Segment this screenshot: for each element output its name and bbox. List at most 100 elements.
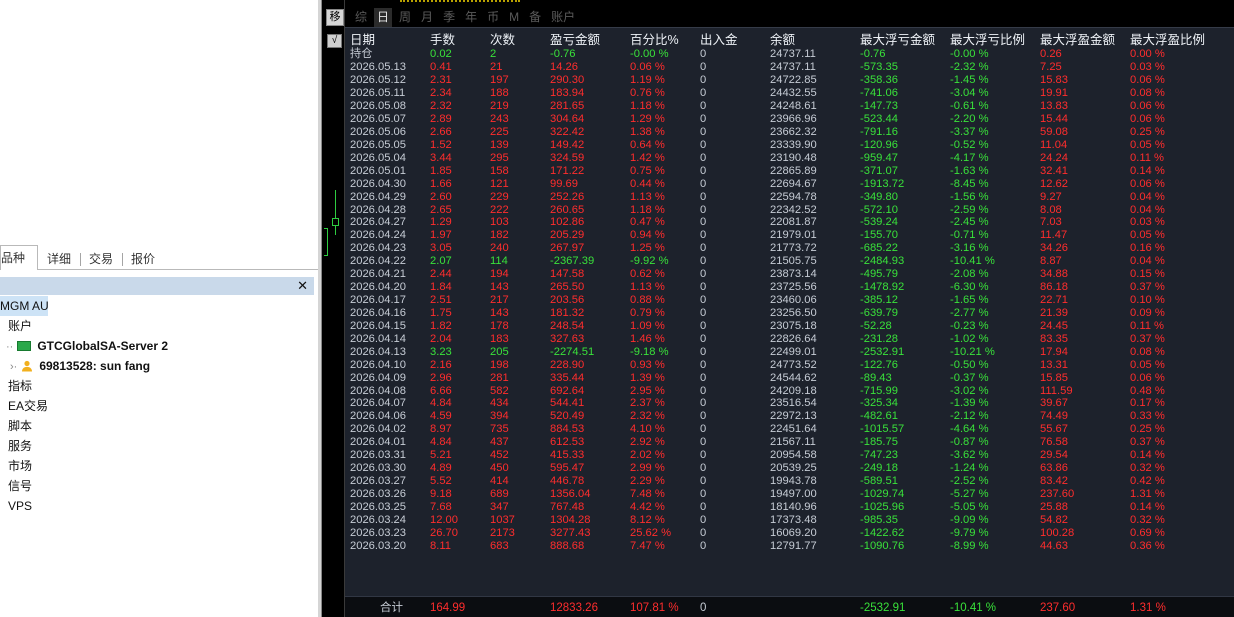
- move-button[interactable]: 移: [326, 9, 344, 26]
- cell-count: 689: [490, 487, 509, 500]
- cell-flow: 0: [700, 268, 707, 281]
- navigator-tabs: 品种 详细 交易 报价: [0, 245, 318, 270]
- cell-max-gain-pct: 0.16 %: [1130, 242, 1165, 255]
- cell-count: 219: [490, 100, 509, 113]
- table-row[interactable]: 2026.04.02 8.97 735 884.53 4.10 % 0 22451.64 -1…: [345, 423, 1234, 436]
- cell-pct: 0.94 %: [630, 229, 665, 242]
- table-row[interactable]: 2026.04.30 1.66 121 99.69 0.44 % 0 22694.67 -19…: [345, 178, 1234, 191]
- cell-max-loss-pct: -1.65 %: [950, 294, 989, 307]
- table-row[interactable]: 2026.05.01 1.85 158 171.22 0.75 % 0 22865.89 -3…: [345, 165, 1234, 178]
- cell-date: 2026.03.31: [350, 449, 406, 462]
- cell-max-loss-pct: -10.21 %: [950, 345, 995, 358]
- cell-pct: 0.75 %: [630, 164, 665, 177]
- cell-balance: 23725.56: [770, 281, 817, 294]
- tree-item-label: 指标: [8, 379, 33, 393]
- cell-pnl: 322.42: [550, 125, 585, 138]
- period-tab[interactable]: 备: [526, 8, 544, 27]
- chevron-right-icon[interactable]: ›·: [10, 361, 17, 373]
- tree-item-vps[interactable]: VPS: [0, 496, 318, 516]
- table-row[interactable]: 2026.03.31 5.21 452 415.33 2.02 % 0 20954.58 -7…: [345, 449, 1234, 462]
- period-tab[interactable]: 季: [440, 8, 458, 27]
- cell-date: 2026.04.10: [350, 358, 406, 371]
- tree-item-scripts[interactable]: 脚本: [0, 416, 318, 436]
- table-row[interactable]: 2026.04.20 1.84 143 265.50 1.13 % 0 23725.56 -1…: [345, 281, 1234, 294]
- period-tab[interactable]: 月: [418, 8, 436, 27]
- table-row[interactable]: 2026.05.12 2.31 197 290.30 1.19 % 0 24722.85 -3…: [345, 74, 1234, 87]
- cell-pnl: 888.68: [550, 539, 585, 552]
- total-flow: 0: [700, 602, 707, 614]
- table-row[interactable]: 2026.04.27 1.29 103 102.86 0.47 % 0 22081.87 -5…: [345, 216, 1234, 229]
- tree-item-market[interactable]: 市场: [0, 456, 318, 476]
- table-row[interactable]: 2026.03.27 5.52 414 446.78 2.29 % 0 19943.78 -5…: [345, 475, 1234, 488]
- table-row[interactable]: 2026.04.24 1.97 182 205.29 0.94 % 0 21979.01 -1…: [345, 229, 1234, 242]
- tree-item-indicators[interactable]: 指标: [0, 376, 318, 396]
- table-row[interactable]: 2026.04.23 3.05 240 267.97 1.25 % 0 21773.72 -6…: [345, 242, 1234, 255]
- tree-item-server[interactable]: ·· GTCGlobalSA-Server 2: [0, 336, 318, 356]
- table-row[interactable]: 2026.04.14 2.04 183 327.63 1.46 % 0 22826.64 -2…: [345, 333, 1234, 346]
- period-tab[interactable]: 日: [374, 7, 393, 27]
- panel-splitter[interactable]: [318, 0, 322, 617]
- period-tab[interactable]: 综: [352, 8, 370, 27]
- tab-details[interactable]: 详细: [38, 248, 80, 270]
- cell-date: 2026.03.24: [350, 513, 406, 526]
- table-row[interactable]: 2026.03.25 7.68 347 767.48 4.42 % 0 18140.96 -1…: [345, 501, 1234, 514]
- table-row[interactable]: 2026.03.20 8.11 683 888.68 7.47 % 0 12791.77 -1…: [345, 540, 1234, 553]
- cell-pnl: 595.47: [550, 462, 585, 475]
- cell-max-loss: -589.51: [860, 475, 898, 488]
- navigator-tree: MGM AU 账户 ·· GTCGlobalSA-Server 2 ›· 69813…: [0, 296, 318, 516]
- cell-balance: 20954.58: [770, 449, 817, 462]
- cell-max-gain: 11.47: [1040, 229, 1068, 242]
- table-row[interactable]: 2026.04.15 1.82 178 248.54 1.09 % 0 23075.18 -5…: [345, 320, 1234, 333]
- tab-trade[interactable]: 交易: [80, 248, 122, 270]
- table-row[interactable]: 2026.04.22 2.07 114 -2367.39 -9.92 % 0 21505.7…: [345, 255, 1234, 268]
- table-row[interactable]: 2026.04.08 6.66 582 692.64 2.95 % 0 24209.18 -7…: [345, 385, 1234, 398]
- table-row[interactable]: 2026.04.07 4.84 434 544.41 2.37 % 0 23516.54 -3…: [345, 397, 1234, 410]
- period-tab[interactable]: 周: [396, 8, 414, 27]
- cell-pnl: 446.78: [550, 475, 585, 488]
- table-row[interactable]: 2026.04.01 4.84 437 612.53 2.92 % 0 21567.11 -1…: [345, 436, 1234, 449]
- period-tab[interactable]: 账户: [548, 8, 578, 27]
- cell-max-gain: 22.71: [1040, 294, 1068, 307]
- table-row[interactable]: 2026.05.13 0.41 21 14.26 0.06 % 0 24737.11 -573…: [345, 61, 1234, 74]
- cell-balance: 17373.48: [770, 513, 817, 526]
- table-row[interactable]: 2026.03.26 9.18 689 1356.04 7.48 % 0 19497.00 -…: [345, 488, 1234, 501]
- tree-item-services[interactable]: 服务: [0, 436, 318, 456]
- period-tab[interactable]: 年: [462, 8, 480, 27]
- period-tab[interactable]: 币: [484, 8, 502, 27]
- table-row[interactable]: 2026.04.10 2.16 198 228.90 0.93 % 0 24773.52 -1…: [345, 359, 1234, 372]
- tree-item-account[interactable]: ›· 69813528: sun fang: [0, 356, 318, 376]
- holding-row[interactable]: 持仓 0.02 2 -0.76 -0.00 % 0 24737.11 -0.76 -0.00 %…: [345, 48, 1234, 61]
- tab-quotes[interactable]: 报价: [122, 248, 164, 270]
- cell-max-loss: -120.96: [860, 138, 898, 151]
- table-row[interactable]: 2026.04.13 3.23 205 -2274.51 -9.18 % 0 22499.0…: [345, 346, 1234, 359]
- table-row[interactable]: 2026.04.06 4.59 394 520.49 2.32 % 0 22972.13 -4…: [345, 410, 1234, 423]
- table-row[interactable]: 2026.05.04 3.44 295 324.59 1.42 % 0 23190.48 -9…: [345, 152, 1234, 165]
- table-row[interactable]: 2026.04.09 2.96 281 335.44 1.39 % 0 24544.62 -8…: [345, 372, 1234, 385]
- tree-item-expert-advisors[interactable]: EA交易: [0, 396, 318, 416]
- table-row[interactable]: 2026.05.08 2.32 219 281.65 1.18 % 0 24248.61 -1…: [345, 100, 1234, 113]
- tab-symbols[interactable]: 品种: [0, 245, 38, 270]
- table-row[interactable]: 2026.05.06 2.66 225 322.42 1.38 % 0 23662.32 -7…: [345, 126, 1234, 139]
- table-row[interactable]: 2026.03.23 26.70 2173 3277.43 25.62 % 0 16069.…: [345, 527, 1234, 540]
- cell-lots: 12.00: [430, 513, 458, 526]
- table-row[interactable]: 2026.03.24 12.00 1037 1304.28 8.12 % 0 17373.4…: [345, 514, 1234, 527]
- tree-item-accounts[interactable]: 账户: [0, 316, 318, 336]
- tree-item-symbol[interactable]: MGM AU: [0, 296, 49, 316]
- check-toggle-button[interactable]: √: [327, 34, 342, 48]
- table-row[interactable]: 2026.05.05 1.52 139 149.42 0.64 % 0 23339.90 -1…: [345, 139, 1234, 152]
- tree-item-signals[interactable]: 信号: [0, 476, 318, 496]
- table-row[interactable]: 2026.03.30 4.89 450 595.47 2.99 % 0 20539.25 -2…: [345, 462, 1234, 475]
- table-row[interactable]: 2026.05.11 2.34 188 183.94 0.76 % 0 24432.55 -7…: [345, 87, 1234, 100]
- table-row[interactable]: 2026.04.21 2.44 194 147.58 0.62 % 0 23873.14 -4…: [345, 268, 1234, 281]
- cell-max-gain-pct: 0.37 %: [1130, 332, 1165, 345]
- table-row[interactable]: 2026.04.16 1.75 143 181.32 0.79 % 0 23256.50 -6…: [345, 307, 1234, 320]
- close-icon[interactable]: ✕: [297, 277, 308, 295]
- table-row[interactable]: 2026.04.28 2.65 222 260.65 1.18 % 0 22342.52 -5…: [345, 204, 1234, 217]
- cell-max-loss: -1913.72: [860, 177, 905, 190]
- table-row[interactable]: 2026.04.17 2.51 217 203.56 0.88 % 0 23460.06 -3…: [345, 294, 1234, 307]
- cell-max-gain: 34.26: [1040, 242, 1068, 255]
- table-row[interactable]: 2026.04.29 2.60 229 252.26 1.13 % 0 22594.78 -3…: [345, 191, 1234, 204]
- period-tab[interactable]: M: [506, 8, 522, 27]
- table-row[interactable]: 2026.05.07 2.89 243 304.64 1.29 % 0 23966.96 -5…: [345, 113, 1234, 126]
- total-row: 合计 164.99 12833.26 107.81 % 0 -2532.91 -10.41 …: [345, 596, 1234, 617]
